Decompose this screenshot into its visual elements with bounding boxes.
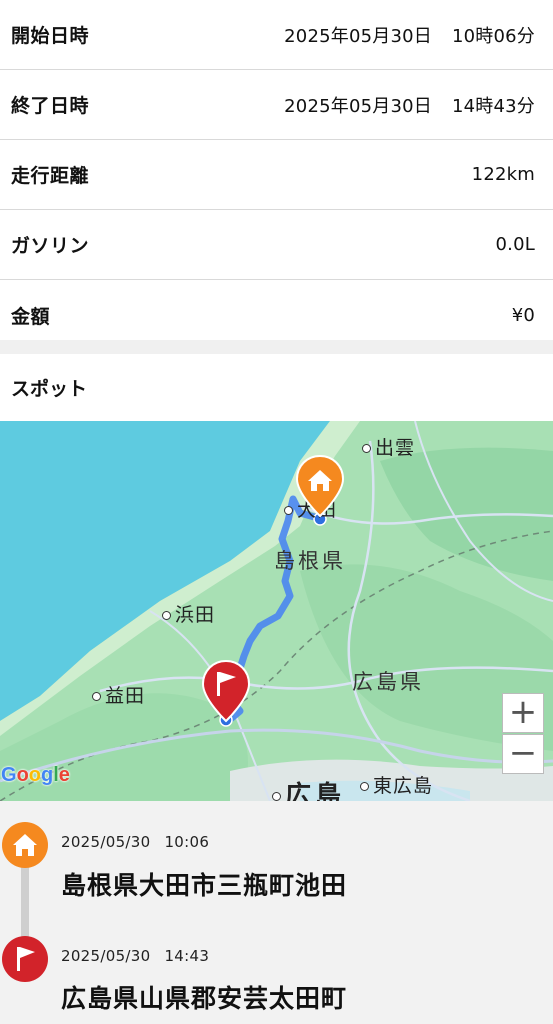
start-home-marker-icon[interactable] <box>294 454 346 518</box>
gasoline-value: 0.0L <box>495 234 535 255</box>
google-logo: Google <box>1 764 70 786</box>
start-date: 2025年05月30日 <box>284 25 432 47</box>
zoom-out-button[interactable]: − <box>502 734 544 774</box>
goal-flag-marker-icon[interactable] <box>200 659 252 723</box>
start-datetime-row: 開始日時 2025年05月30日 10時06分 <box>0 0 553 70</box>
start-datetime-label: 開始日時 <box>11 25 90 47</box>
spot-title: スポット <box>11 378 88 400</box>
amount-value: ¥0 <box>511 304 535 326</box>
map-label-hiroshima: 広島 <box>272 775 345 801</box>
distance-label: 走行距離 <box>11 165 90 187</box>
end-datetime-value: 2025年05月30日 14時43分 <box>284 92 535 118</box>
map-canvas[interactable] <box>0 421 553 801</box>
goal-spot-place[interactable]: 広島県山県郡安芸太田町 <box>61 979 347 1015</box>
distance-row: 走行距離 122km <box>0 140 553 210</box>
end-datetime-label: 終了日時 <box>11 95 90 117</box>
timeline-flag-icon <box>2 936 48 982</box>
map-label-shimane-pref: 島根県 <box>274 549 346 573</box>
gasoline-label: ガソリン <box>11 235 90 257</box>
map-label-hamada: 浜田 <box>162 600 215 627</box>
start-spot-place[interactable]: 島根県大田市三瓶町池田 <box>61 866 347 902</box>
goal-spot-time: 2025/05/30 14:43 <box>61 947 210 965</box>
gasoline-row: ガソリン 0.0L <box>0 210 553 280</box>
start-spot-time: 2025/05/30 10:06 <box>61 833 210 851</box>
map-label-masuda: 益田 <box>92 681 145 708</box>
distance-value: 122km <box>471 164 535 185</box>
start-datetime-value: 2025年05月30日 10時06分 <box>284 22 535 48</box>
map-label-izumo: 出雲 <box>362 433 415 460</box>
amount-label: 金額 <box>11 305 51 328</box>
timeline-home-icon <box>2 822 48 868</box>
zoom-in-button[interactable]: + <box>502 693 544 733</box>
start-time: 10時06分 <box>451 25 535 47</box>
trip-info-list: 開始日時 2025年05月30日 10時06分 終了日時 2025年05月30日 1… <box>0 0 553 350</box>
section-separator <box>0 340 553 354</box>
spot-header: スポット <box>0 354 553 421</box>
route-map[interactable]: 出雲 大田 島根県 浜田 益田 広島県 東広島 広島 + − Google <box>0 421 553 801</box>
end-time: 14時43分 <box>451 95 535 117</box>
spot-timeline: 2025/05/30 10:06 島根県大田市三瓶町池田 2025/05/30 14… <box>0 801 553 1024</box>
map-label-higashihiroshima: 東広島 <box>360 771 433 798</box>
end-datetime-row: 終了日時 2025年05月30日 14時43分 <box>0 70 553 140</box>
end-date: 2025年05月30日 <box>284 95 432 117</box>
map-label-hiroshima-pref: 広島県 <box>352 670 424 694</box>
